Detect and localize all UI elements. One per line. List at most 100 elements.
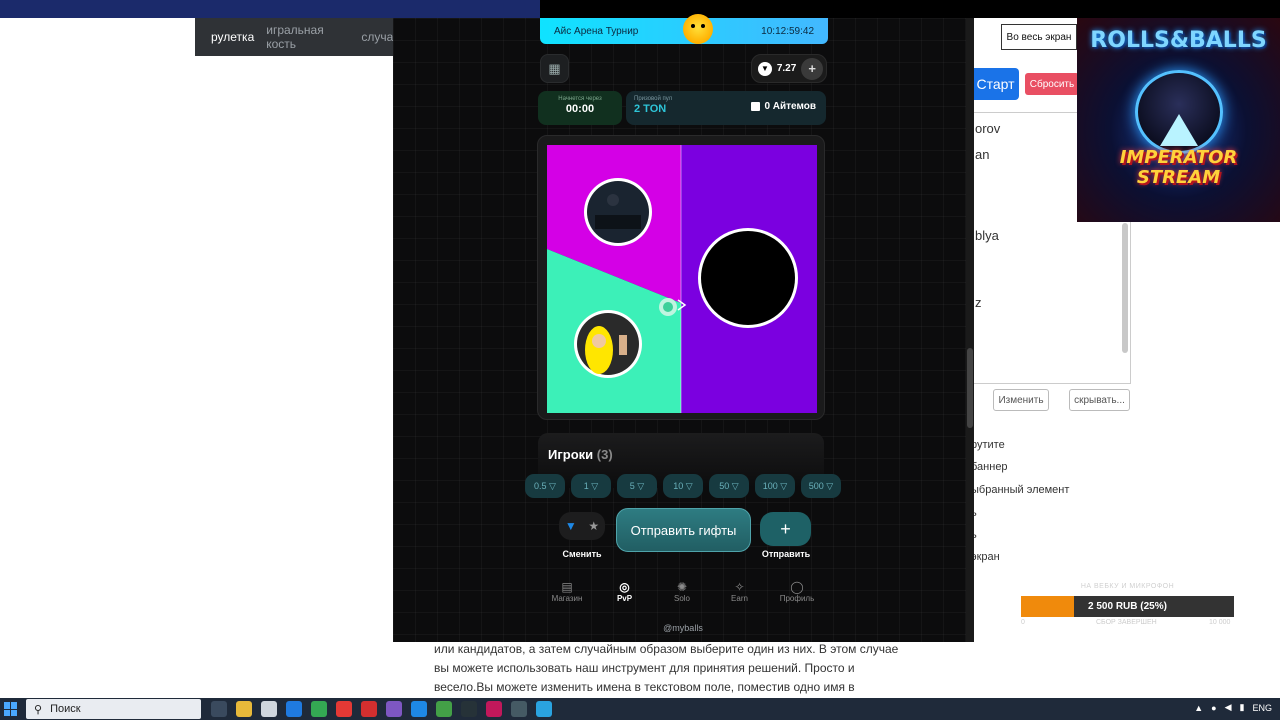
starts-in-value: 00:00 [565,103,595,115]
mascot-icon [683,14,713,44]
tab-earn[interactable]: ✧ Earn [712,580,768,610]
nav-roulette[interactable]: рулетка [211,30,254,44]
help-line: ыбранный элемент [971,484,1070,496]
plus-icon: + [780,518,791,539]
bet-option[interactable]: 5 ▽ [617,474,657,498]
taskbar-search[interactable]: ⚲ Поиск [26,699,201,719]
obs-icon[interactable] [511,701,527,717]
bet-amounts: 0.5 ▽ 1 ▽ 5 ▽ 10 ▽ 50 ▽ 100 ▽ 500 ▽ [525,474,841,498]
taskbar-search-placeholder: Поиск [50,703,81,715]
stream-logo-subtitle: IMPERATOR STREAM [1119,147,1238,188]
ton-icon: ▼ [758,61,772,76]
stream-logo-title: ROLLS&BALLS [1090,28,1267,53]
system-tray: ▲ ● ◀ ▮ ENG [1194,702,1272,713]
nav-dice[interactable]: игральная кость [266,23,349,51]
starts-in-label: Начнется через [558,96,602,102]
balance-value: 7.27 [776,63,797,74]
window-title-strip [540,0,1280,18]
help-line: экран [971,551,1000,563]
help-line: баннер [971,461,1008,473]
donation-progress: 2 500 RUB (25%) [1021,596,1234,617]
name-line: an [975,147,990,162]
store-icon[interactable] [261,701,277,717]
ton-icon: ▼ [564,519,577,533]
app-icon[interactable] [436,701,452,717]
telegram-miniapp-window: Айс Арена Турнир 10:12:59:42 ▦ ▼ 7.27 + … [393,14,974,642]
shop-icon: ▤ [561,580,573,594]
edit-button[interactable]: Изменить [993,389,1049,411]
mail-icon[interactable] [286,701,302,717]
donation-progress-text: 2 500 RUB (25%) [1088,601,1167,612]
prize-items: 0 Айтемов [751,101,816,112]
player-avatar-3[interactable] [698,228,798,328]
starts-in-card: Начнется через 00:00 [538,91,622,125]
star-icon: ★ [588,519,600,533]
bet-option[interactable]: 500 ▽ [801,474,841,498]
name-line: orov [975,121,1001,136]
app-icon[interactable] [386,701,402,717]
bet-option[interactable]: 1 ▽ [571,474,611,498]
send-gifts-button[interactable]: Отправить гифты [616,508,751,552]
calendar-button[interactable]: ▦ [540,54,569,83]
background-nav: рулетка игральная кость случай [195,18,400,56]
app-scrollbar-thumb[interactable] [967,348,973,428]
triangle-icon [1160,114,1198,146]
name-line: z [975,295,982,310]
windows-taskbar: ⚲ Поиск ▲ ● ◀ ▮ ENG [0,698,1280,720]
bet-option[interactable]: 0.5 ▽ [525,474,565,498]
topup-button[interactable]: + [801,57,823,80]
app-icon[interactable] [411,701,427,717]
browser-tab-strip [0,0,540,18]
help-line: рутите [971,439,1005,451]
telegram-icon[interactable] [536,701,552,717]
donation-min: 0 [1021,619,1025,626]
solo-icon: ✺ [676,580,688,594]
bottom-tabbar: ▤ Магазин ◎ PvP ✺ Solo ✧ Earn ◯ Профиль [539,580,825,610]
app-icon[interactable] [486,701,502,717]
names-scrollbar[interactable] [1122,223,1128,353]
bet-option[interactable]: 10 ▽ [663,474,703,498]
network-icon[interactable]: ▮ [1240,702,1245,713]
bet-option[interactable]: 50 ▽ [709,474,749,498]
player-avatar-2[interactable] [574,310,642,378]
start-button[interactable]: Старт [972,68,1019,100]
player-avatar-1[interactable] [584,178,652,246]
stream-logo-image: ROLLS&BALLS IMPERATOR STREAM [1077,18,1280,222]
opera-icon[interactable] [361,701,377,717]
windows-start-icon[interactable] [4,702,18,716]
tab-shop[interactable]: ▤ Магазин [539,580,595,610]
hide-button[interactable]: скрывать... [1069,389,1130,411]
volume-icon[interactable]: ◀ [1225,702,1232,713]
yandex-icon[interactable] [336,701,352,717]
donation-status: СБОР ЗАВЕРШЕН [1096,619,1157,626]
file-explorer-icon[interactable] [236,701,252,717]
chrome-icon[interactable] [311,701,327,717]
tournament-timer: 10:12:59:42 [761,25,814,37]
earn-icon: ✧ [734,580,745,594]
tab-profile[interactable]: ◯ Профиль [769,580,825,610]
donation-max: 10 000 [1209,619,1231,626]
app-icon[interactable] [461,701,477,717]
arena-canvas [547,145,817,413]
currency-switch-label: Сменить [562,549,602,559]
fullscreen-button[interactable]: Во весь экран [1001,24,1077,50]
bet-option[interactable]: 100 ▽ [755,474,795,498]
reset-button[interactable]: Сбросить [1025,73,1079,95]
send-button[interactable]: + [760,512,811,546]
app-scrollbar[interactable] [966,18,974,642]
gift-icon [751,102,761,111]
pvp-arena [537,135,825,420]
task-view-icon[interactable] [211,701,227,717]
chevron-up-icon[interactable]: ▲ [1194,703,1203,713]
bot-handle[interactable]: @myballs [633,623,733,633]
players-label: Игроки [548,447,594,462]
players-count: (3) [596,447,613,462]
pvp-icon: ◎ [619,580,630,594]
tab-solo[interactable]: ✺ Solo [654,580,710,610]
donation-label: НА ВЕБКУ И МИКРОФОН [1080,583,1175,590]
currency-switch[interactable]: ▼ ★ [559,512,605,540]
microphone-icon[interactable]: ● [1211,703,1216,713]
language-indicator[interactable]: ENG [1252,703,1272,713]
tab-pvp[interactable]: ◎ PvP [597,580,653,610]
prize-items-count: 0 Айтемов [764,101,816,112]
